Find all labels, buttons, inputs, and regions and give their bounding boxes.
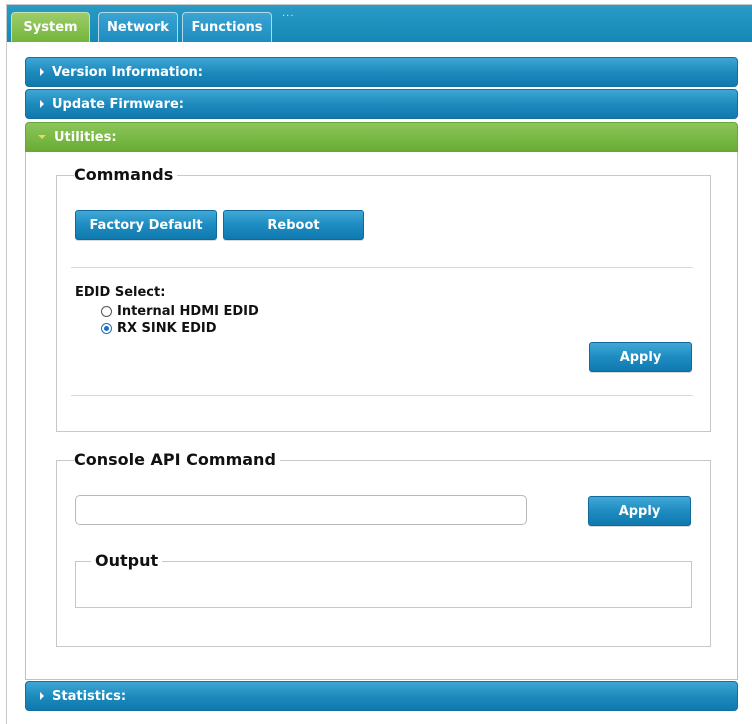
triangle-right-icon [40, 692, 44, 700]
triangle-right-icon [40, 100, 44, 108]
output-fieldset: Output [75, 551, 692, 608]
commands-fieldset: Commands Factory Default Reboot EDID Sel… [56, 165, 711, 432]
edid-option-label: Internal HDMI EDID [117, 304, 259, 319]
tab-network[interactable]: Network [98, 12, 178, 42]
console-api-fieldset: Console API Command Apply Output [56, 450, 711, 647]
edid-option-label: RX SINK EDID [117, 321, 217, 336]
reboot-button[interactable]: Reboot [223, 210, 364, 240]
tab-functions[interactable]: Functions [182, 12, 272, 42]
triangle-down-icon [38, 135, 46, 139]
commands-legend: Commands [74, 165, 178, 184]
console-api-legend: Console API Command [74, 450, 280, 469]
section-version-information[interactable]: Version Information: [25, 57, 738, 87]
section-title: Utilities: [54, 129, 117, 145]
section-title: Statistics: [52, 688, 127, 704]
tab-overflow-indicator: ... [282, 8, 295, 19]
section-update-firmware[interactable]: Update Firmware: [25, 89, 738, 119]
tab-bar: System Network Functions ... [7, 5, 752, 42]
section-title: Update Firmware: [52, 96, 184, 112]
section-statistics[interactable]: Statistics: [25, 681, 738, 711]
divider [71, 267, 693, 268]
edid-apply-button[interactable]: Apply [589, 342, 692, 372]
edid-option-rx-sink[interactable]: RX SINK EDID [101, 321, 217, 336]
divider [71, 395, 693, 396]
section-utilities[interactable]: Utilities: [25, 122, 738, 152]
console-apply-button[interactable]: Apply [588, 496, 691, 526]
console-command-input[interactable] [75, 495, 527, 525]
utilities-panel: Commands Factory Default Reboot EDID Sel… [25, 152, 738, 680]
window-frame-left [6, 4, 7, 724]
tab-system[interactable]: System [11, 12, 90, 42]
edid-select-label: EDID Select: [75, 285, 166, 300]
triangle-right-icon [40, 68, 44, 76]
radio-button-selected[interactable] [101, 323, 112, 334]
factory-default-button[interactable]: Factory Default [75, 210, 217, 240]
edid-option-internal-hdmi[interactable]: Internal HDMI EDID [101, 304, 259, 319]
output-legend: Output [91, 551, 163, 570]
section-title: Version Information: [52, 64, 203, 80]
radio-button[interactable] [101, 306, 112, 317]
